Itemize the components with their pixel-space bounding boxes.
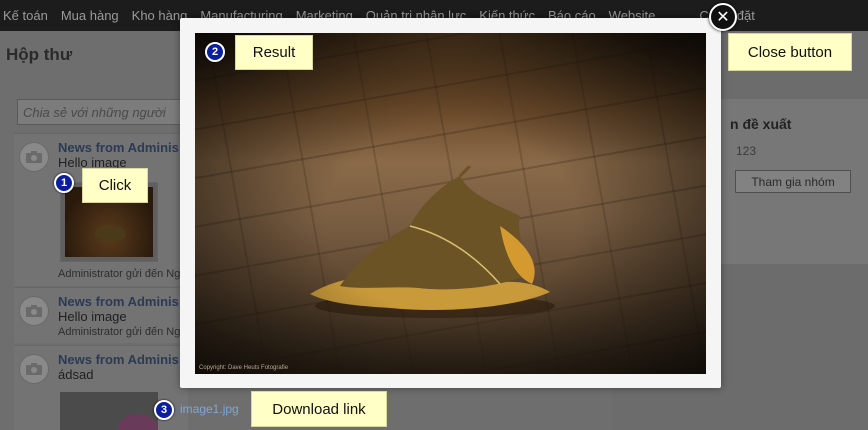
annotation-number: 2: [205, 42, 225, 62]
avatar: [19, 142, 49, 172]
photo-vignette: [195, 33, 706, 374]
join-group-button[interactable]: Tham gia nhóm: [735, 170, 851, 193]
avatar: [19, 296, 49, 326]
nav-item-accounting[interactable]: Kế toán: [3, 8, 48, 23]
annotation-callout: Download link: [251, 391, 387, 427]
download-link[interactable]: image1.jpg: [180, 402, 239, 416]
image-lightbox: Copyright: Dave Heuts Fotografie: [180, 18, 721, 388]
image-thumbnail[interactable]: [60, 392, 158, 430]
close-button[interactable]: ✕: [709, 3, 737, 31]
post-author[interactable]: News from Adminis: [58, 294, 179, 309]
annotation-callout: Click: [82, 168, 148, 203]
annotation-callout: Result: [235, 35, 313, 70]
suggested-groups-title: n đề xuất: [730, 116, 792, 132]
post-author[interactable]: News from Adminis: [58, 140, 179, 155]
feed-post: News from Adminis Hello image Administra…: [14, 287, 188, 343]
photo-copyright: Copyright: Dave Heuts Fotografie: [199, 365, 289, 371]
annotation-number: 1: [54, 173, 74, 193]
annotation-callout: Close button: [728, 33, 852, 71]
page-title: Hộp thư: [6, 45, 73, 64]
nav-item-purchases[interactable]: Mua hàng: [61, 8, 119, 23]
camera-icon: [26, 151, 42, 163]
post-message: Hello image: [58, 309, 127, 324]
avatar: [19, 354, 49, 384]
post-meta: Administrator gửi đến Ng: [58, 326, 181, 338]
camera-icon: [26, 363, 42, 375]
lightbox-image: Copyright: Dave Heuts Fotografie: [195, 33, 706, 374]
group-member-count: 123: [736, 144, 757, 158]
camera-icon: [26, 305, 42, 317]
post-message: ádsad: [58, 367, 94, 382]
share-input[interactable]: Chia sẻ với những người: [17, 99, 187, 125]
post-meta: Administrator gửi đến Ngư: [58, 268, 188, 280]
nav-item-settings[interactable]: đặt: [737, 8, 755, 23]
feed-post: News from Adminis Hello image Administra…: [14, 133, 188, 286]
post-author[interactable]: News from Adminis: [58, 352, 179, 367]
nav-item-warehouse[interactable]: Kho hàng: [132, 8, 188, 23]
annotation-number: 3: [154, 400, 174, 420]
